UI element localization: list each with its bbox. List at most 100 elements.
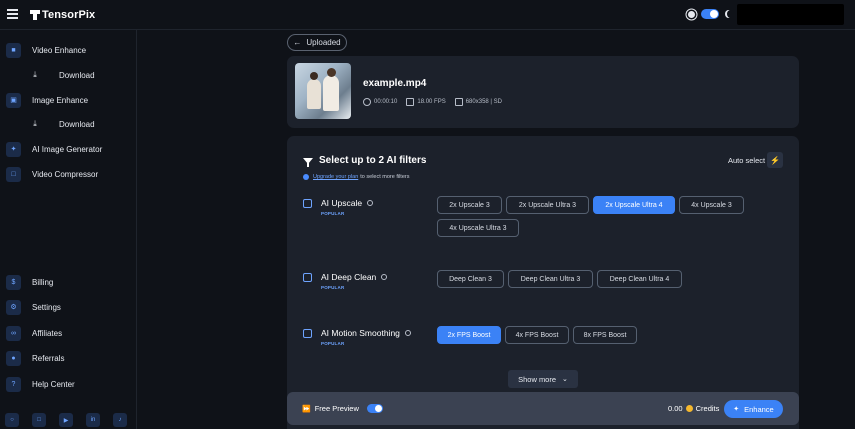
- back-button-label: Uploaded: [306, 38, 341, 47]
- filter-group-name: AI Motion Smoothing: [321, 328, 400, 338]
- video-thumbnail[interactable]: [295, 63, 351, 119]
- arrow-left-icon: ←: [293, 38, 302, 47]
- enhance-label: Enhance: [744, 404, 774, 414]
- logo[interactable]: TensorPix: [30, 9, 95, 21]
- film-icon: [406, 98, 415, 106]
- sidebar-item-label: Image Enhance: [32, 95, 89, 105]
- gear-icon: ⚙: [6, 299, 21, 315]
- theme-switch: [688, 9, 734, 19]
- enhance-button[interactable]: ✦ Enhance: [724, 400, 783, 418]
- sidebar-item-ai-image-generator[interactable]: ✦ AI Image Generator: [0, 140, 137, 158]
- credits-label: Credits: [695, 404, 720, 413]
- compress-icon: □: [6, 166, 21, 182]
- auto-select-label: Auto select: [728, 156, 766, 165]
- filter-funnel-icon: [303, 157, 313, 167]
- file-meta: 00:00:10 18.00 FPS 680x358 | SD: [363, 98, 511, 106]
- info-icon: [303, 174, 309, 180]
- download-icon: ⤓: [33, 70, 37, 79]
- hamburger-menu-icon[interactable]: [7, 9, 18, 19]
- coin-icon: [685, 405, 693, 412]
- sidebar-item-video-compressor[interactable]: □ Video Compressor: [0, 165, 137, 183]
- upgrade-plan-link[interactable]: Upgrade your plan: [313, 174, 358, 180]
- help-circle-icon[interactable]: [404, 330, 411, 336]
- fast-forward-icon: ⏩: [302, 405, 311, 413]
- linkedin-icon[interactable]: in: [86, 413, 100, 427]
- lightning-icon: ⚡: [770, 155, 780, 165]
- option-2x-fps-boost[interactable]: 2x FPS Boost: [437, 326, 501, 344]
- discord-icon[interactable]: ○: [5, 413, 19, 427]
- logo-text: TensorPix: [42, 9, 96, 21]
- sidebar-item-image-download[interactable]: ⤓ Download: [0, 115, 137, 133]
- filter-group-name: AI Upscale: [321, 198, 363, 208]
- youtube-icon[interactable]: ▶: [59, 413, 73, 427]
- sidebar-item-label: Referrals: [32, 353, 65, 363]
- popular-badge: POPULAR: [321, 285, 345, 290]
- top-bar: TensorPix: [0, 0, 855, 30]
- sidebar-item-label: Affiliates: [32, 328, 63, 338]
- upscale-icon: [303, 198, 312, 208]
- help-circle-icon[interactable]: [367, 200, 374, 206]
- auto-select-button[interactable]: ⚡: [767, 152, 783, 168]
- motion-smoothing-icon: [303, 328, 312, 338]
- show-more-label: Show more: [518, 374, 557, 384]
- sidebar-item-referrals[interactable]: ● Referrals: [0, 349, 137, 367]
- deep-clean-icon: [303, 272, 312, 282]
- tiktok-icon[interactable]: ♪: [113, 413, 127, 427]
- option-2x-upscale-ultra-3[interactable]: 2x Upscale Ultra 3: [506, 196, 589, 214]
- sidebar-item-affiliates[interactable]: ∞ Affiliates: [0, 324, 137, 342]
- filters-card: Select up to 2 AI filters Auto select ⚡ …: [287, 136, 799, 429]
- upgrade-notice: Upgrade your plan to select more filters: [303, 174, 409, 180]
- free-preview-label: Free Preview: [314, 404, 359, 413]
- sidebar: ■ Video Enhance ⤓ Download ▣ Image Enhan…: [0, 30, 137, 429]
- file-fps: 18.00 FPS: [417, 99, 446, 105]
- free-preview: ⏩ Free Preview: [302, 404, 383, 413]
- dollar-icon: $: [6, 274, 21, 290]
- sidebar-item-label: Settings: [32, 302, 61, 312]
- theme-toggle[interactable]: [701, 9, 719, 19]
- option-4x-fps-boost[interactable]: 4x FPS Boost: [505, 326, 569, 344]
- option-8x-fps-boost[interactable]: 8x FPS Boost: [573, 326, 637, 344]
- bottom-action-bar: ⏩ Free Preview 0.00 Credits ✦ Enhance: [287, 392, 799, 425]
- magic-wand-icon: ✦: [6, 141, 21, 157]
- moon-icon: [727, 10, 734, 18]
- magic-wand-icon: ✦: [733, 406, 740, 413]
- filter-group-name: AI Deep Clean: [321, 272, 377, 282]
- file-resolution: 680x358 | SD: [465, 99, 502, 105]
- back-to-uploaded-button[interactable]: ← Uploaded: [287, 34, 347, 51]
- account-area[interactable]: [737, 4, 844, 25]
- clock-icon: [363, 98, 371, 106]
- option-deep-clean-ultra-4[interactable]: Deep Clean Ultra 4: [597, 270, 682, 288]
- sidebar-item-label: Download: [59, 119, 95, 129]
- option-deep-clean-ultra-3[interactable]: Deep Clean Ultra 3: [508, 270, 593, 288]
- option-deep-clean-3[interactable]: Deep Clean 3: [437, 270, 504, 288]
- sidebar-item-video-download[interactable]: ⤓ Download: [0, 66, 137, 84]
- video-icon: ■: [6, 42, 21, 58]
- free-preview-toggle[interactable]: [366, 404, 383, 413]
- credits-display: 0.00 Credits: [668, 404, 719, 413]
- help-circle-icon[interactable]: [381, 274, 388, 280]
- option-4x-upscale-3[interactable]: 4x Upscale 3: [679, 196, 744, 214]
- show-more-button[interactable]: Show more ⌄: [508, 370, 578, 388]
- instagram-icon[interactable]: □: [32, 413, 46, 427]
- tensorpix-logo-icon: [30, 10, 40, 20]
- option-2x-upscale-ultra-4[interactable]: 2x Upscale Ultra 4: [593, 196, 675, 214]
- file-card: example.mp4 00:00:10 18.00 FPS 680x358 |…: [287, 56, 799, 128]
- sidebar-item-label: Video Compressor: [32, 169, 99, 179]
- popular-badge: POPULAR: [321, 211, 345, 216]
- filter-group-ai-upscale: AI Upscale: [303, 198, 374, 208]
- sidebar-item-video-enhance[interactable]: ■ Video Enhance: [0, 41, 137, 59]
- file-duration: 00:00:10: [374, 99, 398, 105]
- sidebar-item-billing[interactable]: $ Billing: [0, 273, 137, 291]
- option-4x-upscale-ultra-3[interactable]: 4x Upscale Ultra 3: [437, 219, 519, 237]
- sidebar-item-help-center[interactable]: ? Help Center: [0, 375, 137, 393]
- option-2x-upscale-3[interactable]: 2x Upscale 3: [437, 196, 502, 214]
- image-icon: ▣: [6, 92, 21, 108]
- popular-badge: POPULAR: [321, 341, 345, 346]
- resolution-icon: [454, 98, 463, 106]
- sidebar-item-image-enhance[interactable]: ▣ Image Enhance: [0, 91, 137, 109]
- sidebar-item-label: Help Center: [32, 379, 75, 389]
- sidebar-item-label: Video Enhance: [32, 45, 87, 55]
- affiliates-icon: ∞: [6, 325, 21, 341]
- sidebar-item-settings[interactable]: ⚙ Settings: [0, 298, 137, 316]
- filter-group-ai-motion-smoothing: AI Motion Smoothing: [303, 328, 411, 338]
